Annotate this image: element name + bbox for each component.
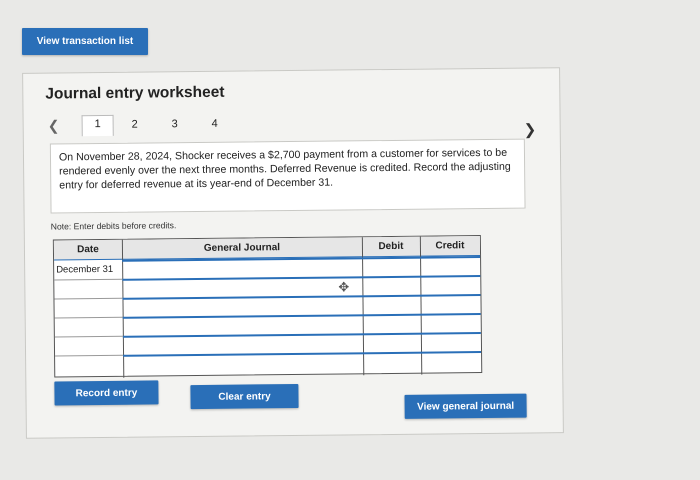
worksheet-title: Journal entry worksheet: [45, 83, 225, 103]
view-general-journal-button[interactable]: View general journal: [404, 393, 527, 419]
record-entry-button[interactable]: Record entry: [54, 380, 159, 406]
journal-entry-worksheet-panel: Journal entry worksheet ❮ 1 2 3 4 ❯ On N…: [22, 67, 564, 439]
header-credit: Credit: [419, 236, 481, 257]
clear-entry-button[interactable]: Clear entry: [190, 383, 299, 410]
chevron-right-icon[interactable]: ❯: [524, 120, 537, 138]
journal-entry-table: Date General Journal Debit Credit Decemb…: [52, 235, 483, 378]
tab-2[interactable]: 2: [132, 119, 138, 131]
header-date: Date: [53, 239, 123, 261]
tab-4[interactable]: 4: [212, 118, 218, 130]
debits-note: Note: Enter debits before credits.: [50, 220, 177, 232]
table-row-date: December 31: [56, 263, 114, 276]
move-cursor-icon: ✥: [338, 279, 350, 295]
worksheet-tab-nav: ❮ 1 2 3 4 ❯: [44, 112, 544, 139]
chevron-left-icon[interactable]: ❮: [48, 117, 60, 134]
transaction-description: On November 28, 2024, Shocker receives a…: [49, 138, 526, 214]
view-transaction-list-button[interactable]: View transaction list: [22, 28, 148, 55]
tab-1[interactable]: 1: [81, 114, 114, 137]
header-general-journal: General Journal: [121, 237, 363, 260]
header-debit: Debit: [361, 236, 421, 258]
tab-3[interactable]: 3: [172, 118, 178, 130]
